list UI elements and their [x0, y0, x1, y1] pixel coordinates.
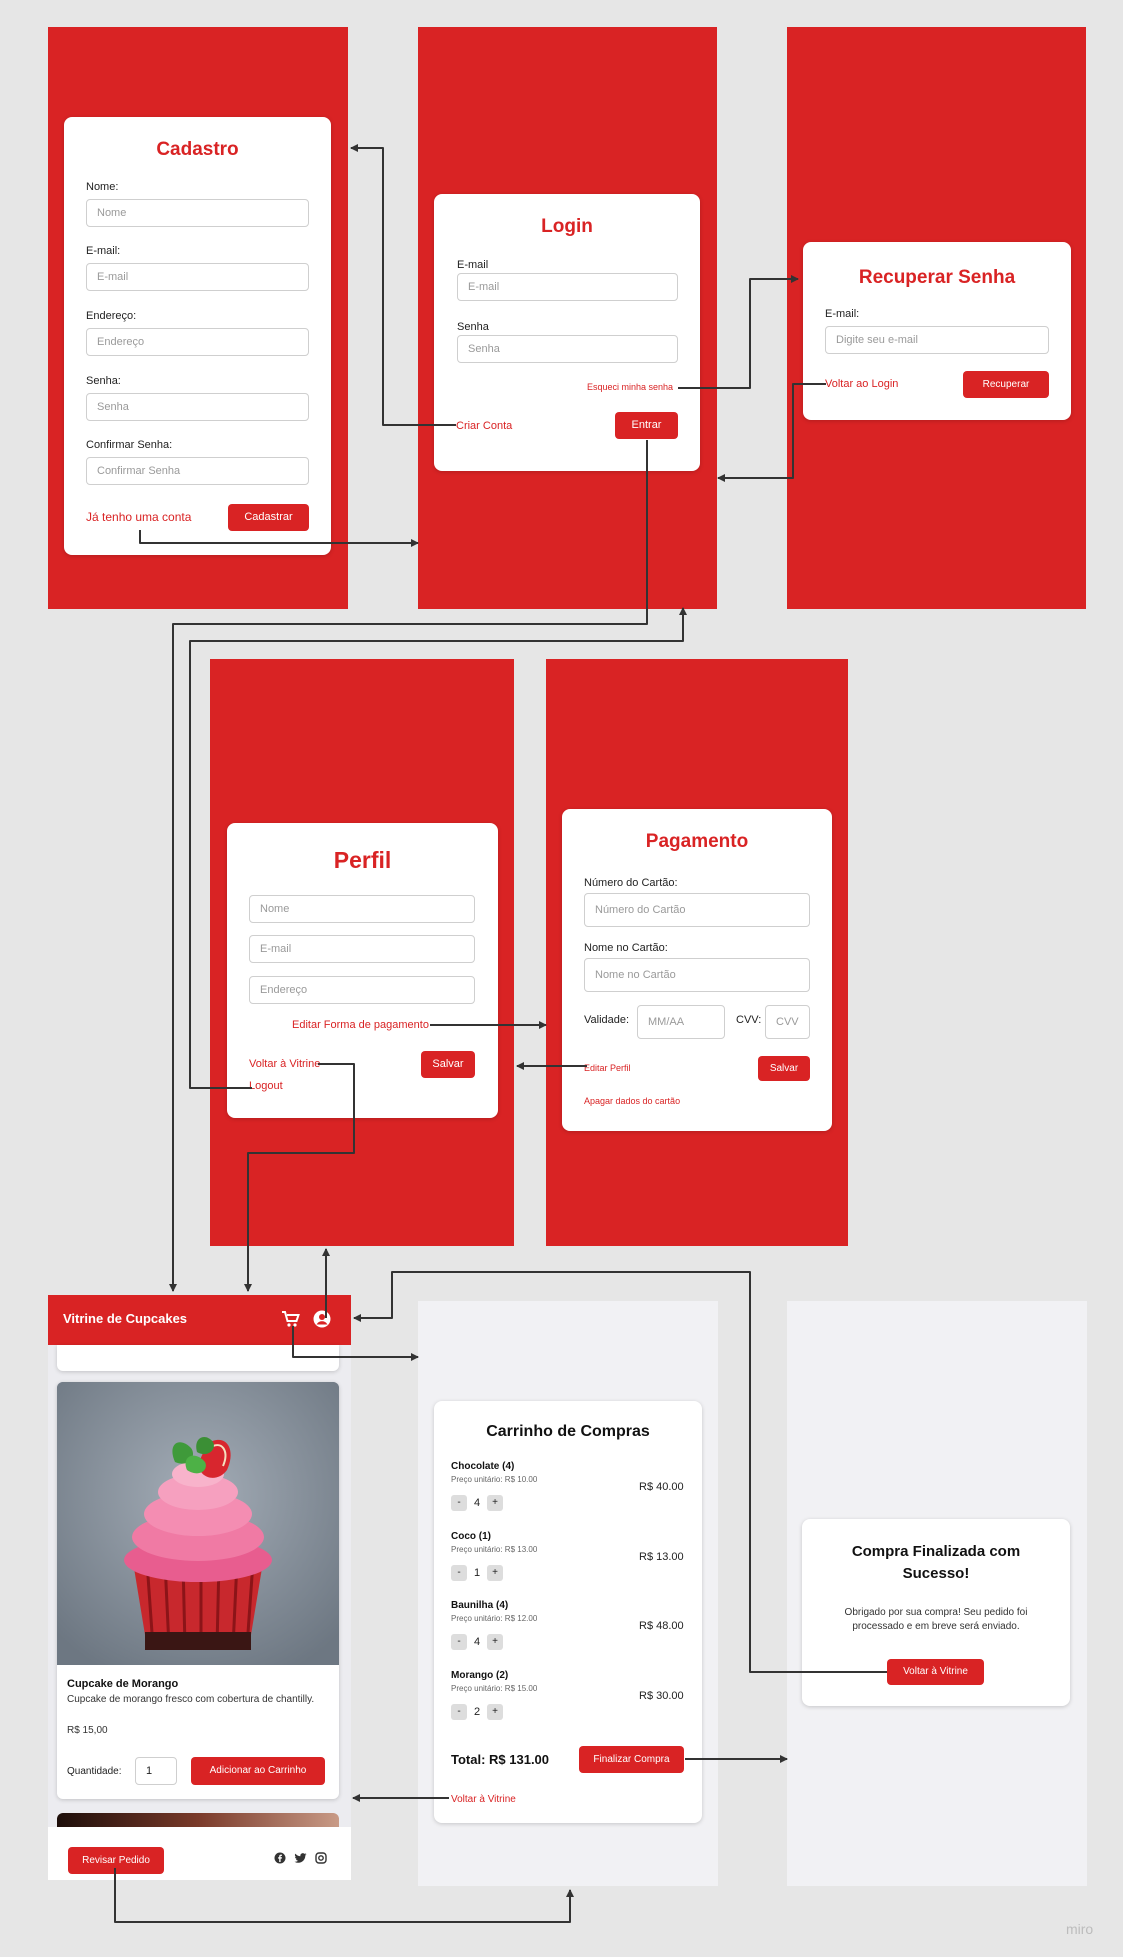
- wire-forgot-to-recover: [678, 275, 799, 389]
- wire-login-to-cadastro: [350, 144, 456, 426]
- wire-cadastro-to-login: [139, 530, 419, 547]
- wire-entrar-to-vitrine: [169, 440, 648, 1292]
- wire-perfil-back-to-vitrine: [244, 1063, 355, 1292]
- wire-recover-to-login: [717, 383, 826, 482]
- wire-cart-to-carrinho: [292, 1326, 419, 1361]
- wire-sucesso-to-vitrine: [353, 1271, 887, 1673]
- flow-connectors: [114, 144, 887, 1923]
- wire-logout-to-login: [189, 607, 687, 1089]
- wire-review-to-carrinho: [114, 1868, 574, 1923]
